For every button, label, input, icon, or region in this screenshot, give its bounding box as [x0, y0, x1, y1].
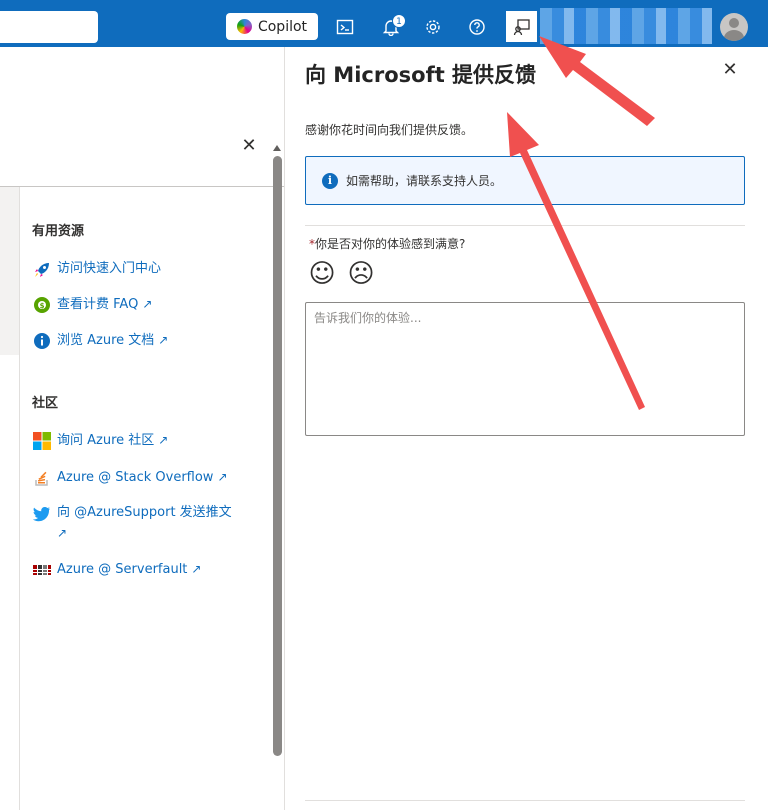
cloud-shell-icon [336, 19, 354, 35]
azure-docs-label: 浏览 Azure 文档 [57, 333, 155, 348]
cloud-shell-button[interactable] [331, 13, 359, 41]
serverfault-icon [32, 560, 51, 579]
rocket-icon [32, 260, 51, 279]
satisfied-smiley-icon[interactable]: ☺ [308, 260, 336, 288]
billing-faq-link[interactable]: $ 查看计费 FAQ ↗ [32, 294, 152, 315]
feedback-button[interactable] [506, 11, 537, 42]
feedback-icon [513, 18, 530, 35]
feedback-thanks-text: 感谢你花时间向我们提供反馈。 [305, 123, 474, 137]
help-button[interactable] [463, 13, 491, 41]
left-panel-header: ✕ [0, 47, 285, 187]
twitter-bird-icon [32, 504, 51, 523]
settings-gear-icon [426, 20, 440, 34]
copilot-button-label: Copilot [257, 18, 308, 35]
support-info-text: 如需帮助，请联系支持人员。 [346, 174, 503, 188]
stack-overflow-link[interactable]: Azure @ Stack Overflow ↗ [32, 467, 228, 488]
feedback-panel: 向 Microsoft 提供反馈 ✕ 感谢你花时间向我们提供反馈。 i 如需帮助… [285, 47, 768, 810]
copilot-logo-icon [236, 19, 252, 34]
external-link-icon: ↗ [57, 526, 68, 540]
notifications-button[interactable]: 1 [377, 13, 406, 41]
serverfault-label: Azure @ Serverfault [57, 562, 188, 577]
vertical-scrollbar-thumb[interactable] [273, 156, 282, 756]
feedback-textarea[interactable] [305, 302, 745, 436]
info-circle-icon: i [322, 172, 338, 189]
tweet-azure-support-label: 向 @AzureSupport 发送推文 [57, 505, 232, 520]
stack-overflow-label: Azure @ Stack Overflow [57, 470, 214, 485]
tweet-azure-support-link[interactable]: 向 @AzureSupport 发送推文 ↗ [32, 503, 242, 544]
quickstart-center-label: 访问快速入门中心 [57, 261, 162, 276]
external-link-icon: ↗ [191, 562, 202, 576]
help-question-icon [469, 19, 485, 35]
azure-community-link[interactable]: 询问 Azure 社区 ↗ [32, 430, 168, 451]
settings-button[interactable] [419, 13, 447, 41]
svg-text:$: $ [39, 302, 44, 310]
left-nav-strip-lower [0, 355, 20, 810]
external-link-icon: ↗ [142, 297, 153, 311]
account-info-redacted[interactable] [540, 8, 712, 44]
useful-resources-heading: 有用资源 [32, 224, 85, 239]
microsoft-logo-icon [32, 431, 51, 450]
top-bar: Copilot 1 [0, 0, 768, 47]
notification-count-badge: 1 [392, 14, 406, 28]
billing-faq-label: 查看计费 FAQ [57, 297, 139, 312]
copilot-button[interactable]: Copilot [226, 13, 318, 40]
billing-icon: $ [32, 295, 51, 314]
global-search-input[interactable] [0, 11, 98, 43]
quickstart-center-link[interactable]: 访问快速入门中心 [32, 259, 161, 279]
feedback-panel-title: 向 Microsoft 提供反馈 [305, 63, 537, 87]
divider [305, 225, 745, 226]
dissatisfied-frown-icon[interactable]: ☹ [347, 260, 375, 288]
external-link-icon: ↗ [158, 433, 169, 447]
satisfaction-question: *你是否对你的体验感到满意? [309, 235, 465, 252]
community-heading: 社区 [32, 396, 59, 411]
scroll-up-arrow-icon[interactable] [273, 145, 281, 151]
left-nav-strip [0, 187, 20, 355]
support-info-message: i 如需帮助，请联系支持人员。 [305, 156, 745, 205]
feedback-panel-close-icon[interactable]: ✕ [721, 61, 739, 79]
external-link-icon: ↗ [158, 333, 169, 347]
avatar[interactable] [720, 13, 748, 41]
serverfault-link[interactable]: Azure @ Serverfault ↗ [32, 559, 201, 580]
azure-community-label: 询问 Azure 社区 [57, 433, 155, 448]
external-link-icon: ↗ [217, 470, 228, 484]
footer-divider [305, 800, 745, 801]
stack-overflow-icon [32, 468, 51, 487]
info-icon [32, 331, 51, 350]
left-panel-close-icon[interactable]: ✕ [240, 137, 258, 155]
help-resources-pane [0, 187, 285, 810]
satisfaction-question-label: 你是否对你的体验感到满意? [315, 237, 466, 251]
azure-docs-link[interactable]: 浏览 Azure 文档 ↗ [32, 330, 168, 351]
